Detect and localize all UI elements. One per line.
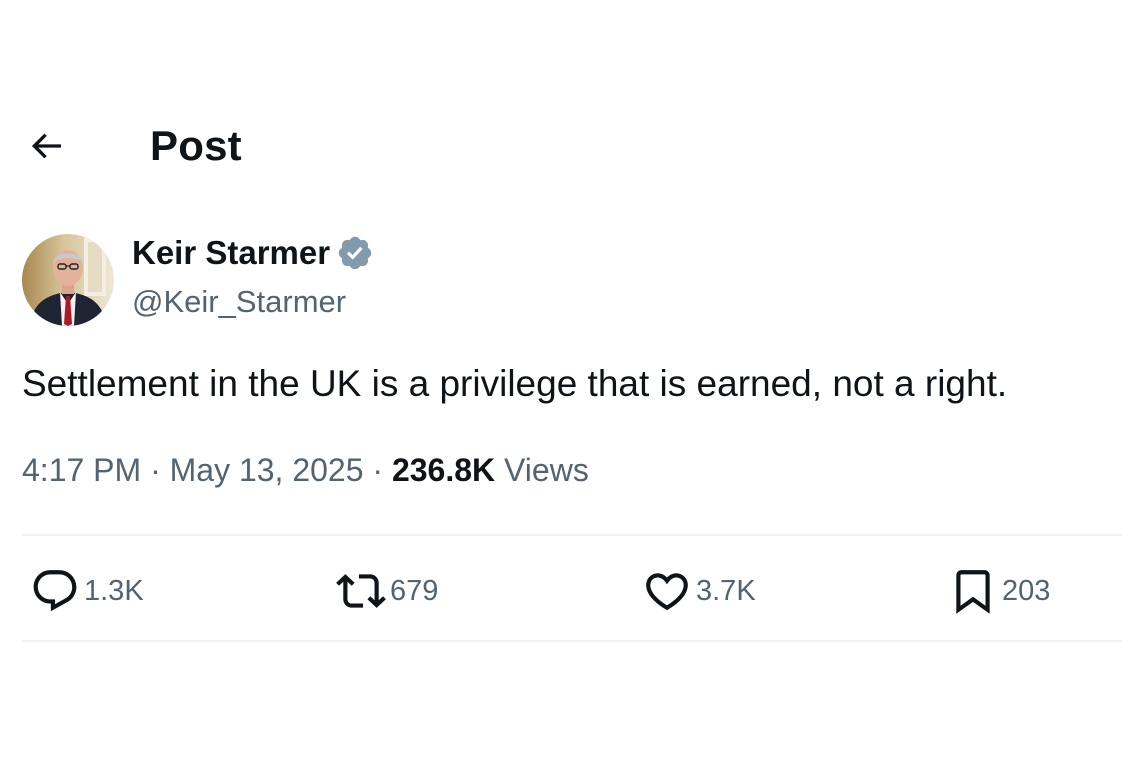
bookmark-count: 203 — [1002, 574, 1051, 607]
heart-icon — [642, 566, 692, 616]
tweet-actions: 1.3K 679 3.7K 203 — [22, 538, 1122, 640]
page-title: Post — [150, 122, 242, 169]
meta-separator: · — [150, 452, 170, 488]
repost-count: 679 — [390, 574, 439, 607]
tweet-date[interactable]: May 13, 2025 — [170, 452, 364, 488]
tweet-time[interactable]: 4:17 PM — [22, 452, 141, 488]
reply-icon — [30, 566, 80, 616]
reply-button[interactable]: 1.3K — [30, 566, 144, 616]
views-count: 236.8K — [391, 452, 496, 488]
tweet-meta: 4:17 PM · May 13, 2025 · 236.8K Views — [22, 452, 589, 489]
meta-separator: · — [372, 452, 392, 488]
repost-button[interactable]: 679 — [336, 566, 438, 616]
divider-bottom — [22, 640, 1122, 642]
avatar[interactable] — [22, 234, 114, 326]
reply-count: 1.3K — [84, 574, 144, 607]
header-bar: Post — [0, 112, 1142, 176]
bookmark-button[interactable]: 203 — [948, 566, 1050, 616]
divider-top — [22, 534, 1122, 536]
verified-badge-icon[interactable] — [336, 234, 374, 272]
like-button[interactable]: 3.7K — [642, 566, 756, 616]
bookmark-icon — [948, 566, 998, 616]
repost-icon — [336, 566, 386, 616]
back-button[interactable] — [20, 122, 72, 174]
views-label: Views — [504, 452, 589, 488]
display-name[interactable]: Keir Starmer — [132, 234, 330, 272]
tweet-text: Settlement in the UK is a privilege that… — [22, 363, 1008, 404]
display-name-row: Keir Starmer — [132, 234, 374, 272]
user-handle[interactable]: @Keir_Starmer — [132, 284, 346, 320]
like-count: 3.7K — [696, 574, 756, 607]
arrow-left-icon — [26, 126, 66, 171]
tweet-author: Keir Starmer @Keir_Starmer — [22, 232, 1122, 328]
